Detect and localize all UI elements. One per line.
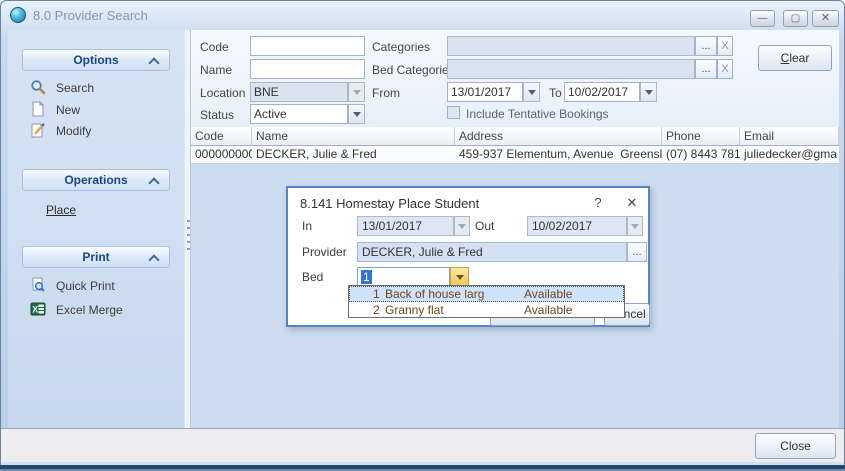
collapse-chevron-icon[interactable] bbox=[148, 254, 159, 265]
status-label: Status bbox=[200, 108, 234, 122]
sidebar-item-search-label: Search bbox=[56, 81, 94, 95]
cell-phone: (07) 8443 7818 bbox=[662, 146, 740, 163]
provider-search-window: 8.0 Provider Search — ▢ ✕ Options Search… bbox=[0, 0, 845, 471]
column-header[interactable]: Phone bbox=[662, 127, 740, 145]
table-row[interactable]: 0000000003 DECKER, Julie & Fred 459-937 … bbox=[191, 146, 839, 164]
sidebar-group-operations[interactable]: Operations bbox=[22, 169, 170, 191]
provider-browse-button[interactable]: ... bbox=[627, 242, 647, 262]
sidebar-item-new-label: New bbox=[56, 103, 80, 117]
sidebar-item-excel-merge-label: Excel Merge bbox=[56, 303, 123, 317]
new-document-icon bbox=[30, 101, 46, 117]
sidebar-item-place[interactable]: Place bbox=[46, 203, 76, 217]
modify-icon bbox=[30, 122, 46, 138]
bed-combobox[interactable]: 1 bbox=[357, 267, 450, 287]
bed-label: Bed bbox=[302, 270, 323, 284]
cell-email: juliedecker@gma bbox=[740, 146, 839, 163]
cell-name: DECKER, Julie & Fred bbox=[252, 146, 455, 163]
status-select[interactable]: Active bbox=[250, 104, 348, 124]
help-icon[interactable]: ? bbox=[588, 195, 608, 213]
from-date-dropdown-arrow-icon[interactable] bbox=[523, 82, 540, 102]
include-tentative-checkbox[interactable] bbox=[447, 106, 460, 119]
bed-option-number: 1 bbox=[373, 287, 381, 301]
minimize-button[interactable]: — bbox=[750, 10, 775, 27]
to-date-input[interactable]: 10/02/2017 bbox=[564, 82, 640, 102]
in-date-input[interactable]: 13/01/2017 bbox=[357, 216, 454, 236]
app-icon bbox=[10, 7, 26, 23]
from-date-input[interactable]: 13/01/2017 bbox=[447, 82, 523, 102]
categories-input[interactable] bbox=[447, 36, 695, 56]
column-header[interactable]: Name bbox=[252, 127, 455, 145]
bed-categories-browse-button[interactable]: ... bbox=[695, 59, 717, 79]
location-select[interactable]: BNE bbox=[250, 82, 348, 102]
categories-label: Categories bbox=[372, 40, 430, 54]
categories-browse-button[interactable]: ... bbox=[695, 36, 717, 56]
bed-categories-clear-button[interactable]: X bbox=[717, 59, 733, 79]
out-label: Out bbox=[475, 219, 494, 233]
svg-text:X: X bbox=[32, 305, 38, 315]
cell-address: 459-937 Elementum, Avenue Greenslopes bbox=[455, 146, 662, 163]
bed-categories-label: Bed Categories bbox=[372, 63, 455, 77]
collapse-chevron-icon[interactable] bbox=[148, 57, 159, 68]
categories-clear-button[interactable]: X bbox=[717, 36, 733, 56]
include-tentative-label: Include Tentative Bookings bbox=[466, 107, 609, 121]
quick-print-icon bbox=[30, 277, 46, 293]
name-input[interactable] bbox=[250, 59, 365, 79]
sidebar-item-quick-print-label: Quick Print bbox=[56, 279, 115, 293]
footer-bar: Close bbox=[1, 428, 844, 462]
clear-button[interactable]: Clear bbox=[758, 45, 832, 71]
sidebar: Options Search New Modify Operations Pla… bbox=[8, 30, 184, 428]
bed-option-1[interactable]: 1 Back of house larg Available bbox=[349, 286, 624, 302]
provider-input[interactable]: DECKER, Julie & Fred bbox=[357, 242, 627, 262]
bed-option-name: Granny flat bbox=[381, 303, 524, 317]
location-label: Location bbox=[200, 86, 245, 100]
close-window-button[interactable]: ✕ bbox=[812, 10, 839, 27]
sidebar-group-operations-label: Operations bbox=[64, 173, 127, 187]
code-input[interactable] bbox=[250, 36, 365, 56]
bed-option-2[interactable]: 2 Granny flat Available bbox=[349, 302, 624, 318]
out-date-input[interactable]: 10/02/2017 bbox=[527, 216, 627, 236]
bed-categories-input[interactable] bbox=[447, 59, 695, 79]
window-title: 8.0 Provider Search bbox=[33, 8, 148, 23]
bed-selected-value: 1 bbox=[361, 270, 372, 284]
homestay-place-student-dialog: 8.141 Homestay Place Student ? ✕ In 13/0… bbox=[286, 186, 650, 327]
bed-dropdown-list: 1 Back of house larg Available 2 Granny … bbox=[348, 285, 625, 318]
provider-label: Provider bbox=[302, 245, 347, 259]
sidebar-item-modify-label: Modify bbox=[56, 124, 91, 138]
column-header[interactable]: Address bbox=[455, 127, 662, 145]
column-header[interactable]: Email bbox=[740, 127, 839, 145]
status-dropdown-arrow-icon[interactable] bbox=[348, 104, 365, 124]
maximize-button[interactable]: ▢ bbox=[783, 10, 808, 27]
close-button[interactable]: Close bbox=[755, 433, 836, 459]
sidebar-group-print-label: Print bbox=[82, 250, 109, 264]
sidebar-group-print[interactable]: Print bbox=[22, 246, 170, 268]
splitter-grip-icon bbox=[187, 220, 190, 254]
sidebar-group-options-label: Options bbox=[73, 53, 118, 67]
in-date-dropdown-arrow-icon bbox=[454, 216, 470, 236]
in-label: In bbox=[302, 219, 312, 233]
dialog-title: 8.141 Homestay Place Student bbox=[300, 196, 479, 211]
collapse-chevron-icon[interactable] bbox=[148, 177, 159, 188]
to-date-dropdown-arrow-icon[interactable] bbox=[640, 82, 657, 102]
from-label: From bbox=[372, 86, 400, 100]
cell-code: 0000000003 bbox=[191, 146, 252, 163]
name-label: Name bbox=[200, 63, 232, 77]
bed-option-name: Back of house larg bbox=[381, 287, 524, 301]
close-icon[interactable]: ✕ bbox=[622, 195, 642, 213]
out-date-dropdown-arrow-icon bbox=[627, 216, 643, 236]
results-table-header[interactable]: Code Name Address Phone Email bbox=[191, 127, 839, 146]
sidebar-splitter[interactable] bbox=[184, 30, 191, 428]
search-icon bbox=[30, 79, 46, 95]
to-label: To bbox=[549, 86, 562, 100]
location-dropdown-arrow-icon bbox=[348, 82, 365, 102]
title-bar[interactable]: 8.0 Provider Search — ▢ ✕ bbox=[0, 0, 845, 29]
bed-dropdown-arrow-icon[interactable] bbox=[450, 267, 469, 287]
sidebar-group-options[interactable]: Options bbox=[22, 49, 170, 71]
bed-option-status: Available bbox=[524, 303, 572, 317]
column-header[interactable]: Code bbox=[191, 127, 252, 145]
bed-option-number: 2 bbox=[373, 303, 381, 317]
bed-option-status: Available bbox=[524, 287, 572, 301]
search-form: Code Name Location BNE Status Active Cat… bbox=[191, 30, 839, 127]
code-label: Code bbox=[200, 40, 229, 54]
excel-icon: X bbox=[30, 301, 46, 317]
